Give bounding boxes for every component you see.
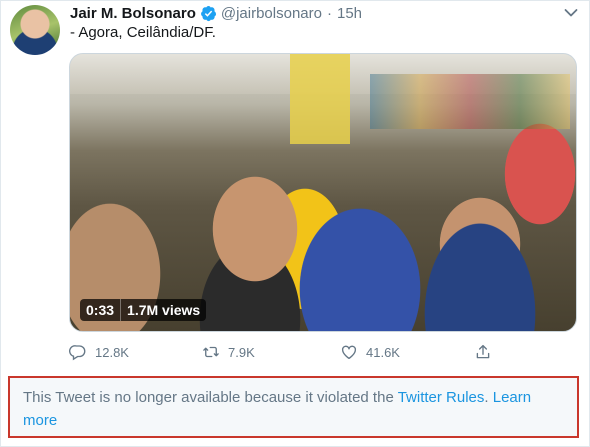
reply-button[interactable]: 12.8K xyxy=(69,342,129,362)
video-frame-awning xyxy=(290,54,350,144)
tweet-actions: 12.8K 7.9K 41.6K xyxy=(69,342,509,362)
like-icon xyxy=(341,345,357,360)
video-views: 1.7M views xyxy=(127,302,201,318)
author-handle[interactable]: @jairbolsonaro xyxy=(221,5,322,22)
like-button[interactable]: 41.6K xyxy=(340,342,400,362)
video-duration: 0:33 xyxy=(86,302,115,318)
twitter-rules-link[interactable]: Twitter Rules xyxy=(398,389,485,406)
video-frame-detail xyxy=(370,74,570,129)
retweet-icon xyxy=(203,346,219,358)
reply-count: 12.8K xyxy=(95,344,129,360)
author-name[interactable]: Jair M. Bolsonaro xyxy=(70,5,196,22)
retweet-button[interactable]: 7.9K xyxy=(202,342,255,362)
notice-text: This Tweet is no longer available becaus… xyxy=(23,389,398,406)
caret-down-icon[interactable] xyxy=(564,8,578,18)
tweet-timestamp[interactable]: 15h xyxy=(337,5,362,22)
share-icon xyxy=(476,344,490,359)
video-stats-badge: 0:33 1.7M views xyxy=(80,299,207,321)
tweet-unavailable-notice: This Tweet is no longer available becaus… xyxy=(8,376,579,438)
reply-icon xyxy=(69,345,86,361)
tweet-header: Jair M. Bolsonaro @jairbolsonaro · 15h xyxy=(70,3,362,23)
tweet-text: - Agora, Ceilândia/DF. xyxy=(70,24,216,41)
notice-period: . xyxy=(484,389,493,406)
separator-dot: · xyxy=(326,4,332,22)
video-player[interactable]: 0:33 1.7M views xyxy=(69,53,577,332)
like-count: 41.6K xyxy=(366,344,400,360)
retweet-count: 7.9K xyxy=(228,344,255,360)
avatar[interactable] xyxy=(10,5,60,55)
verified-badge-icon xyxy=(200,5,216,21)
share-button[interactable] xyxy=(474,342,500,362)
